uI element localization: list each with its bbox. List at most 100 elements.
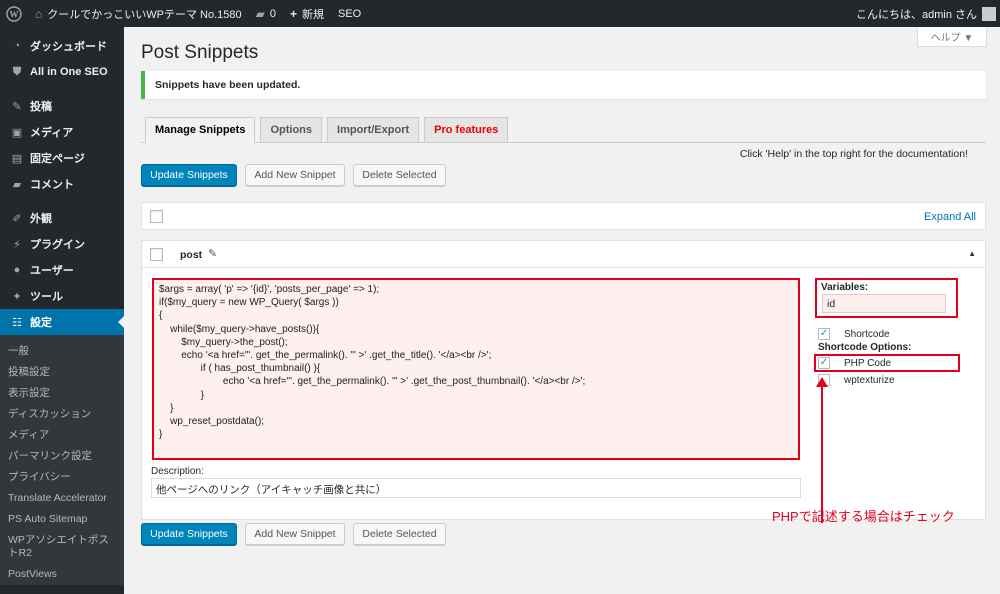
expand-all-link[interactable]: Expand All: [924, 211, 976, 223]
submenu-item-ps-auto-sitemap[interactable]: PS Auto Sitemap: [0, 509, 124, 530]
sidebar-item-label: 投稿: [30, 101, 52, 113]
add-new-snippet-button[interactable]: Add New Snippet: [245, 164, 345, 186]
delete-selected-button[interactable]: Delete Selected: [353, 164, 446, 186]
svg-text:W: W: [10, 9, 19, 19]
sidebar-item-pages[interactable]: ▤ 固定ページ: [0, 145, 124, 171]
help-tab-button[interactable]: ヘルプ ▼: [917, 27, 987, 47]
wordpress-logo-icon[interactable]: W: [0, 0, 28, 27]
submenu-item-writing[interactable]: 投稿設定: [0, 362, 124, 383]
sidebar-item-plugins[interactable]: ⚡ プラグイン: [0, 231, 124, 257]
success-notice: Snippets have been updated.: [141, 71, 986, 99]
php-code-label: PHP Code: [844, 357, 892, 369]
variables-label: Variables:: [821, 282, 869, 293]
sidebar-item-label: All in One SEO: [30, 66, 108, 78]
comments-count: 0: [269, 7, 276, 20]
php-code-checkbox[interactable]: ✓: [818, 357, 830, 369]
pencil-icon[interactable]: ✎: [208, 247, 217, 260]
shortcode-label: Shortcode: [844, 328, 890, 340]
wptexturize-label: wptexturize: [844, 374, 895, 386]
comment-icon: ▰: [12, 178, 22, 191]
new-content-link[interactable]: + 新規: [283, 0, 331, 27]
tab-manage-snippets[interactable]: Manage Snippets: [145, 117, 256, 143]
sidebar-item-media[interactable]: ▣ メディア: [0, 119, 124, 145]
sidebar-item-label: コメント: [30, 179, 74, 191]
submenu-item-wp-associate-post[interactable]: WPアソシエイトポストR2: [0, 530, 124, 564]
user-icon: ●: [13, 264, 21, 276]
dashboard-icon: ◔: [13, 40, 21, 52]
submenu-item-translate-accelerator[interactable]: Translate Accelerator: [0, 488, 124, 509]
submenu-item-media[interactable]: メディア: [0, 425, 124, 446]
sidebar-item-label: ツール: [30, 291, 63, 303]
page-icon: ▤: [11, 152, 23, 165]
update-snippets-button[interactable]: Update Snippets: [141, 164, 237, 186]
page-title: Post Snippets: [141, 42, 259, 63]
snippet-header[interactable]: post ✎ ▲: [142, 241, 985, 268]
new-label: 新規: [302, 8, 324, 21]
submenu-item-general[interactable]: 一般: [0, 341, 124, 362]
plus-icon: +: [289, 6, 297, 21]
tab-pro-features[interactable]: Pro features: [424, 117, 509, 143]
pin-icon: ✎: [12, 100, 22, 113]
my-account-link[interactable]: こんにちは、admin さん: [849, 0, 1000, 27]
shortcode-option: ✓ Shortcode: [818, 328, 890, 340]
snippet-code-textarea[interactable]: $args = array( 'p' => '{id}', 'posts_per…: [152, 278, 800, 460]
description-label: Description:: [151, 466, 204, 477]
comments-link[interactable]: ▰ 0: [249, 0, 283, 27]
collapse-arrow-icon[interactable]: ▲: [968, 249, 976, 258]
shield-icon: ⛊: [12, 65, 22, 78]
wptexturize-option: wptexturize: [818, 374, 895, 386]
comment-icon: ▰: [255, 6, 265, 21]
seo-label: SEO: [338, 7, 362, 20]
snippet-panel: post ✎ ▲ $args = array( 'p' => '{id}', '…: [141, 240, 986, 520]
snippets-table-header: Expand All: [141, 202, 986, 230]
sidebar-item-appearance[interactable]: ✐ 外観: [0, 205, 124, 231]
tab-import-export[interactable]: Import/Export: [327, 117, 420, 143]
shortcode-options-title: Shortcode Options:: [818, 342, 912, 353]
main-content: ヘルプ ▼ Post Snippets Snippets have been u…: [124, 27, 1000, 594]
wrench-icon: ✦: [12, 290, 22, 303]
variables-input[interactable]: id: [822, 294, 946, 313]
admin-sidebar: ◔ ダッシュボード ⛊ All in One SEO ✎ 投稿 ▣ メディア ▤ 固定ペー…: [0, 27, 124, 594]
sidebar-item-dashboard[interactable]: ◔ ダッシュボード: [0, 33, 124, 59]
annotation-text: PHPで記述する場合はチェック: [772, 509, 955, 524]
settings-tabs: Manage Snippets Options Import/Export Pr…: [145, 117, 513, 143]
sidebar-item-label: メディア: [30, 127, 74, 139]
sidebar-item-users[interactable]: ● ユーザー: [0, 257, 124, 283]
sidebar-item-comments[interactable]: ▰ コメント: [0, 171, 124, 197]
shortcode-checkbox[interactable]: ✓: [818, 328, 830, 340]
sidebar-item-settings[interactable]: ☷ 設定: [0, 309, 124, 335]
sidebar-item-label: 固定ページ: [30, 153, 85, 165]
sidebar-item-aioseo[interactable]: ⛊ All in One SEO: [0, 59, 124, 85]
sidebar-item-posts[interactable]: ✎ 投稿: [0, 93, 124, 119]
sidebar-item-label: ダッシュボード: [30, 41, 107, 53]
settings-submenu: 一般 投稿設定 表示設定 ディスカッション メディア パーマリンク設定 プライバ…: [0, 335, 124, 585]
submenu-item-permalink[interactable]: パーマリンク設定: [0, 446, 124, 467]
sidebar-item-label: ユーザー: [30, 265, 74, 277]
select-all-checkbox[interactable]: [150, 210, 163, 223]
sidebar-item-tools[interactable]: ✦ ツール: [0, 283, 124, 309]
greeting: こんにちは、admin さん: [855, 8, 977, 21]
update-snippets-button-bottom[interactable]: Update Snippets: [141, 523, 237, 545]
snippet-checkbox[interactable]: [150, 248, 163, 261]
home-icon: ⌂: [35, 6, 43, 21]
submenu-item-privacy[interactable]: プライバシー: [0, 467, 124, 488]
variables-highlight-box: Variables: id: [815, 278, 958, 318]
delete-selected-button-bottom[interactable]: Delete Selected: [353, 523, 446, 545]
site-name-link[interactable]: ⌂ クールでかっこいいWPテーマ No.1580: [28, 0, 249, 27]
sidebar-item-label: プラグイン: [30, 239, 85, 251]
add-new-snippet-button-bottom[interactable]: Add New Snippet: [245, 523, 345, 545]
avatar: [982, 6, 996, 21]
submenu-item-postviews[interactable]: PostViews: [0, 564, 124, 585]
plugin-icon: ⚡: [13, 238, 21, 251]
description-input[interactable]: 他ページへのリンク（アイキャッチ画像と共に）: [151, 478, 801, 498]
tab-options[interactable]: Options: [260, 117, 323, 143]
submenu-item-reading[interactable]: 表示設定: [0, 383, 124, 404]
sidebar-item-label: 設定: [30, 317, 52, 329]
brush-icon: ✐: [12, 212, 22, 225]
seo-menu-link[interactable]: SEO: [331, 0, 368, 27]
submenu-item-discussion[interactable]: ディスカッション: [0, 404, 124, 425]
admin-bar: W ⌂ クールでかっこいいWPテーマ No.1580 ▰ 0 + 新規 SEO …: [0, 0, 1000, 27]
snippet-name: post: [180, 249, 203, 261]
sidebar-item-label: 外観: [30, 213, 52, 225]
annotation-arrow-line: [821, 385, 823, 523]
